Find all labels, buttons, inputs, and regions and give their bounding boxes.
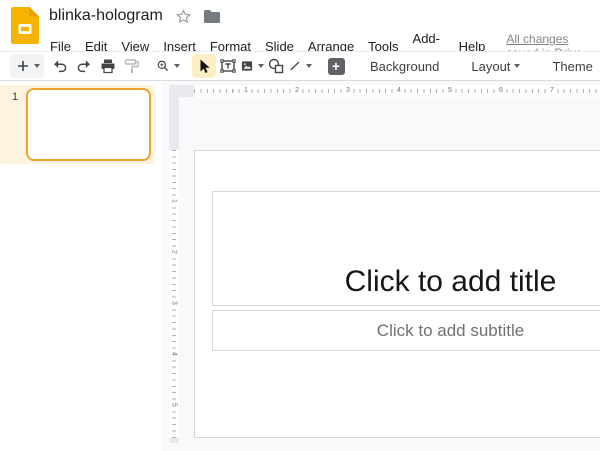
- ruler-number: 2: [170, 247, 179, 257]
- ruler-number: 5: [170, 400, 179, 410]
- titlebar: blinka-hologram: [49, 6, 220, 26]
- plus-icon: [16, 59, 30, 73]
- background-button[interactable]: Background: [360, 55, 449, 78]
- redo-icon: [75, 57, 93, 75]
- title-placeholder-box[interactable]: Click to add title: [212, 191, 600, 306]
- print-icon: [99, 57, 117, 75]
- ruler-number: 2: [293, 85, 301, 97]
- ruler-number: 4: [170, 349, 179, 359]
- add-comment-button[interactable]: +: [324, 54, 348, 78]
- vertical-ruler: 1 2 3 4 5: [169, 85, 179, 443]
- ruler-number: 7: [548, 85, 556, 97]
- layout-button[interactable]: Layout: [461, 55, 530, 78]
- slide-number: 1: [12, 91, 18, 103]
- comment-plus-icon: +: [328, 58, 345, 75]
- text-box-button[interactable]: [216, 54, 240, 78]
- select-tool-button[interactable]: [192, 54, 216, 78]
- zoom-button[interactable]: [156, 54, 180, 78]
- cursor-arrow-icon: [196, 58, 212, 74]
- document-title[interactable]: blinka-hologram: [49, 6, 163, 26]
- horizontal-ruler: 1 2 3 4 5 6 7: [169, 85, 600, 97]
- theme-button[interactable]: Theme: [542, 55, 600, 78]
- google-slides-app: blinka-hologram File Edit View Insert Fo…: [0, 0, 600, 451]
- image-icon: [240, 57, 254, 75]
- undo-button[interactable]: [48, 54, 72, 78]
- print-button[interactable]: [96, 54, 120, 78]
- redo-button[interactable]: [72, 54, 96, 78]
- line-icon: [288, 57, 302, 75]
- ruler-number: 5: [446, 85, 454, 97]
- slide-page[interactable]: Click to add title Click to add subtitle: [194, 150, 600, 438]
- move-folder-icon[interactable]: [204, 10, 220, 23]
- editor-canvas: 1 2 3 4 5 6 7 1 2 3 4 5: [162, 81, 600, 451]
- zoom-icon: [156, 57, 170, 75]
- slide-thumbnail[interactable]: [26, 88, 151, 161]
- ruler-number: 1: [170, 196, 179, 206]
- new-slide-button[interactable]: [10, 54, 44, 78]
- header: blinka-hologram File Edit View Insert Fo…: [0, 0, 600, 51]
- title-placeholder-text: Click to add title: [345, 262, 557, 305]
- insert-shape-button[interactable]: [264, 54, 288, 78]
- slides-logo-icon[interactable]: [11, 7, 39, 44]
- ruler-number: 3: [170, 298, 179, 308]
- chevron-down-icon: [514, 64, 520, 68]
- paint-format-button[interactable]: [120, 54, 144, 78]
- chevron-down-icon: [174, 64, 180, 68]
- ruler-ticks: 1 2 3 4 5 6 7: [194, 85, 600, 97]
- main-area: 1 1 2 3 4 5 6 7: [0, 81, 600, 451]
- ruler-number: 1: [242, 85, 250, 97]
- ruler-ticks: 1 2 3 4 5: [169, 150, 179, 438]
- star-icon[interactable]: [176, 9, 191, 24]
- text-box-icon: [219, 57, 237, 75]
- ruler-margin: [169, 85, 179, 150]
- toolbar: + Background Layout Theme Transition: [0, 51, 600, 81]
- chevron-down-icon: [306, 64, 312, 68]
- subtitle-placeholder-box[interactable]: Click to add subtitle: [212, 310, 600, 351]
- layout-label: Layout: [471, 59, 510, 74]
- insert-image-button[interactable]: [240, 54, 264, 78]
- paint-roller-icon: [123, 57, 141, 75]
- slide-thumbnail-row[interactable]: 1: [0, 85, 155, 164]
- undo-icon: [51, 57, 69, 75]
- subtitle-placeholder-text: Click to add subtitle: [377, 321, 524, 341]
- ruler-number: 4: [395, 85, 403, 97]
- ruler-margin: [169, 438, 179, 443]
- shape-icon: [267, 57, 285, 75]
- ruler-number: 6: [497, 85, 505, 97]
- insert-line-button[interactable]: [288, 54, 312, 78]
- chevron-down-icon: [34, 64, 40, 68]
- ruler-number: 3: [344, 85, 352, 97]
- slide-filmstrip: 1: [0, 81, 162, 451]
